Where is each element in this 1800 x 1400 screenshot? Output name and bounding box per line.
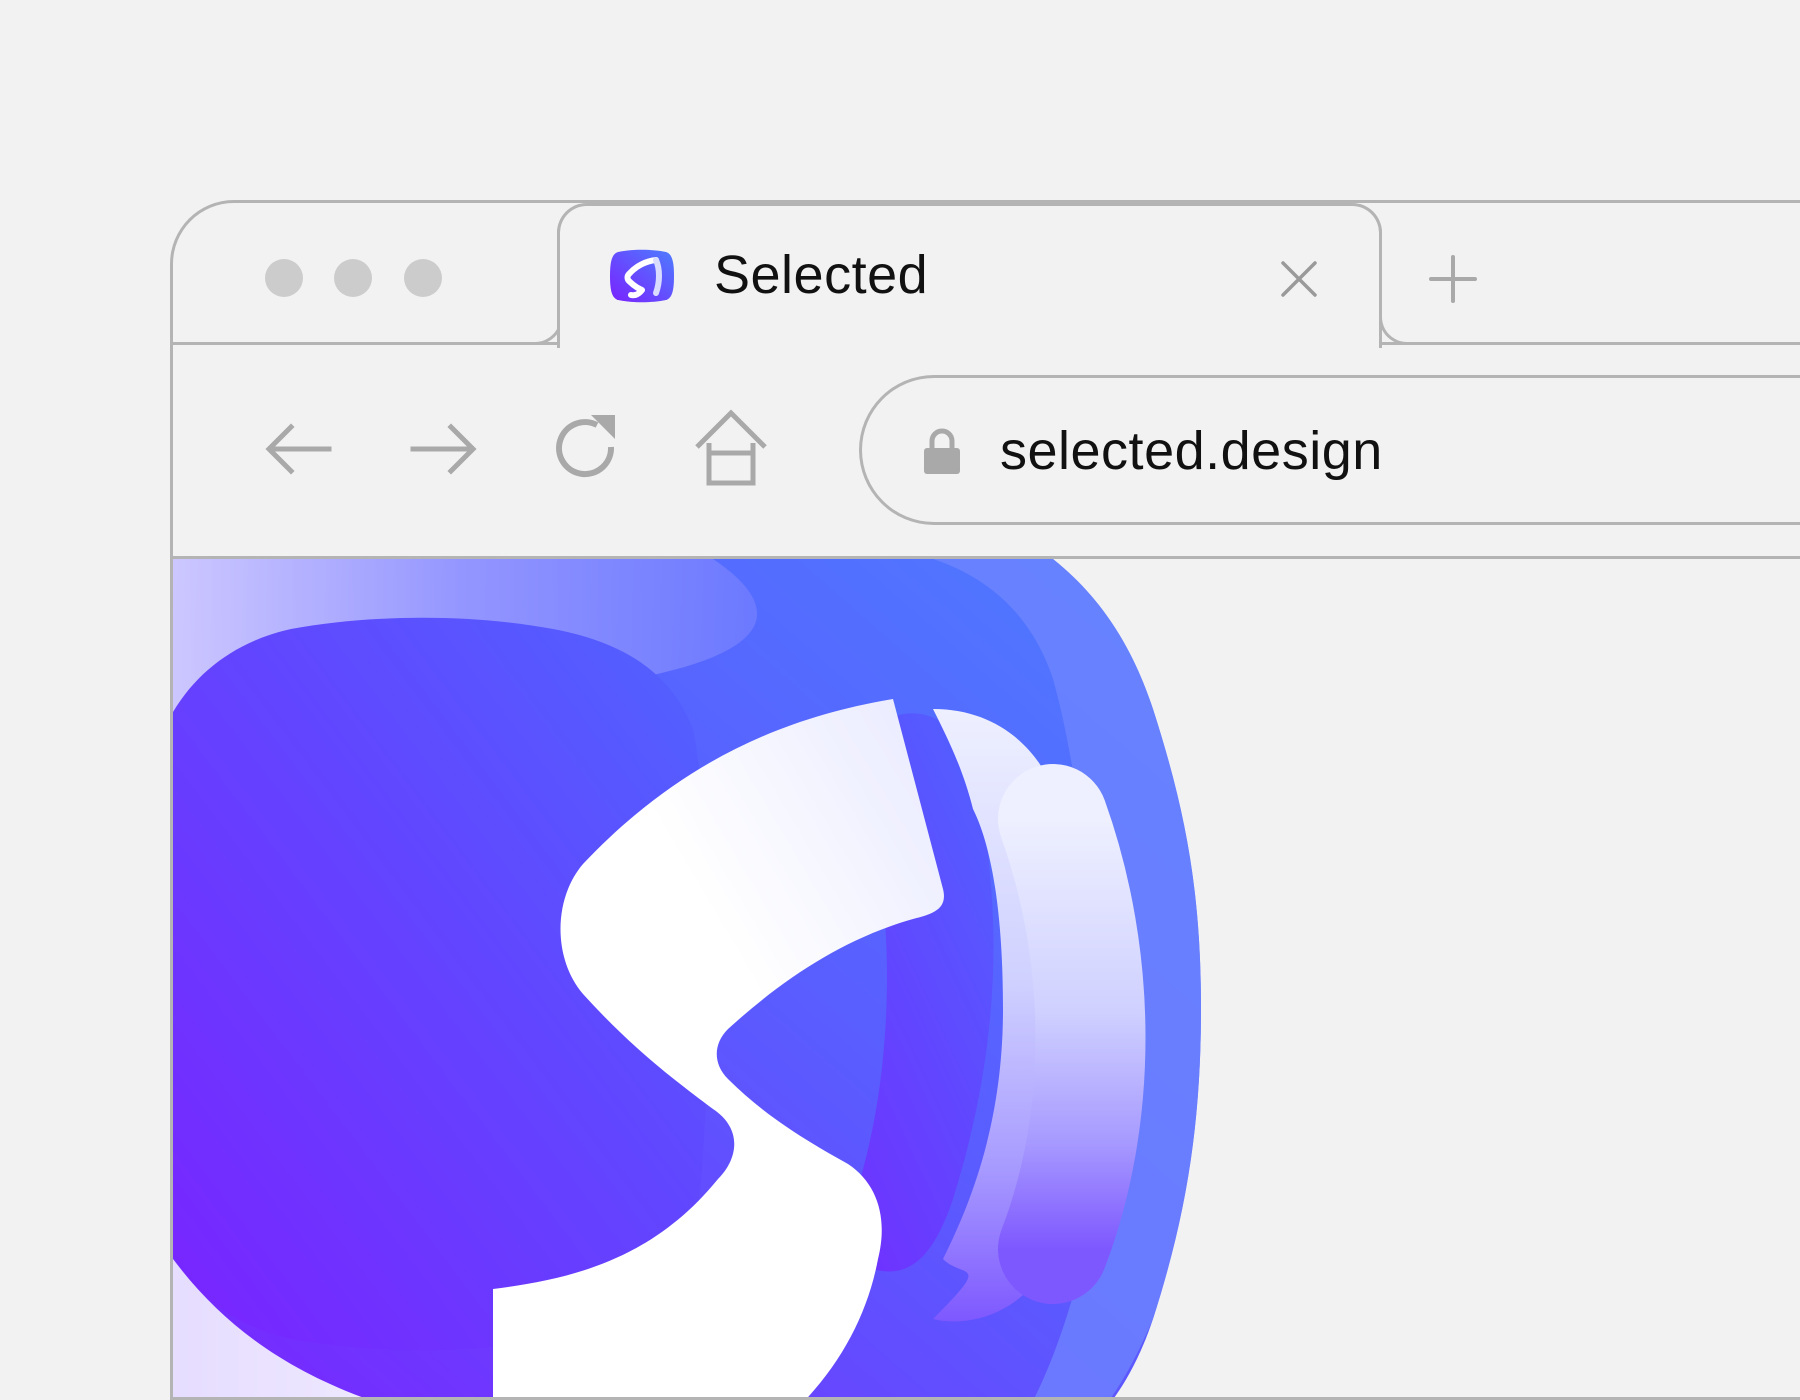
arrow-left-icon[interactable] [257,407,341,491]
lock-icon [924,428,960,474]
tab-title: Selected [714,245,929,305]
tab-right-edge [1379,303,1409,345]
window-dot-minimize[interactable] [334,259,372,297]
selected-logo-icon [610,249,674,303]
tab-strip: Selected [173,203,1800,348]
browser-toolbar: selected.design [173,345,1800,559]
arrow-right-icon[interactable] [401,407,485,491]
browser-window: Selected selected.design [170,200,1800,1400]
close-icon[interactable] [1277,257,1321,301]
reload-icon[interactable] [545,407,629,491]
plus-icon[interactable] [1427,253,1479,305]
page-viewport [173,559,1800,1397]
tab-selected[interactable]: Selected [557,203,1382,348]
window-dot-maximize[interactable] [404,259,442,297]
address-url: selected.design [1000,421,1383,481]
selected-logo [173,559,1373,1397]
address-bar[interactable]: selected.design [859,375,1800,525]
home-icon[interactable] [689,407,773,491]
window-dot-close[interactable] [265,259,303,297]
